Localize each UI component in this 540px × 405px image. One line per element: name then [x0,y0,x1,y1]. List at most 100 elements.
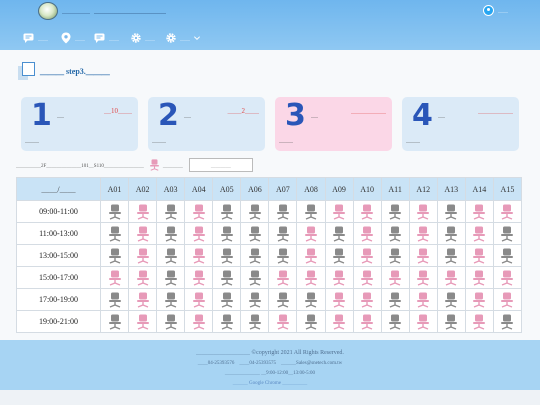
seat-cell-available[interactable] [380,244,410,267]
seat-cell-booked[interactable] [296,222,326,245]
seat-cell-booked[interactable] [464,222,494,245]
seat-cell-booked[interactable] [324,310,354,333]
seat-cell-available[interactable] [156,266,186,289]
seat-cell-available[interactable] [268,244,298,267]
seat-cell-available[interactable] [99,222,130,245]
seat-cell-booked[interactable] [184,288,214,311]
seat-cell-available[interactable] [240,222,270,245]
seat-cell-available[interactable] [212,244,242,267]
seat-cell-available[interactable] [99,244,130,267]
seat-cell-booked[interactable] [128,200,158,223]
seat-cell-available[interactable] [240,288,270,311]
seat-cell-booked[interactable] [128,310,158,333]
seat-cell-booked[interactable] [352,222,382,245]
seat-cell-booked[interactable] [464,200,494,223]
seat-cell-booked[interactable] [464,310,494,333]
seat-cell-booked[interactable] [99,266,130,289]
seat-cell-available[interactable] [436,244,466,267]
seat-cell-booked[interactable] [184,266,214,289]
nav-item-2[interactable]: ＿＿ [60,31,85,45]
seat-cell-booked[interactable] [184,244,214,267]
seat-cell-booked[interactable] [380,266,410,289]
seat-cell-available[interactable] [296,310,326,333]
seat-cell-available[interactable] [324,244,354,267]
seat-cell-booked[interactable] [128,222,158,245]
seat-cell-booked[interactable] [268,266,298,289]
seat-cell-available[interactable] [240,200,270,223]
seat-cell-available[interactable] [436,222,466,245]
seat-cell-booked[interactable] [352,310,382,333]
nav-item-5-dropdown[interactable]: ＿＿ [165,31,201,45]
seat-cell-available[interactable] [268,200,298,223]
seat-cell-booked[interactable] [324,266,354,289]
seat-cell-booked[interactable] [408,310,438,333]
seat-cell-available[interactable] [268,222,298,245]
seat-cell-available[interactable] [156,244,186,267]
seat-cell-booked[interactable] [128,244,158,267]
seat-cell-booked[interactable] [408,200,438,223]
seat-cell-booked[interactable] [408,288,438,311]
seat-cell-available[interactable] [212,288,242,311]
seat-cell-available[interactable] [380,310,410,333]
seat-cell-booked[interactable] [408,222,438,245]
seat-cell-available[interactable] [212,266,242,289]
seat-cell-booked[interactable] [128,266,158,289]
nav-item-1[interactable]: ＿＿ [23,31,48,45]
seat-cell-available[interactable] [436,200,466,223]
seat-cell-booked[interactable] [352,266,382,289]
seat-cell-available[interactable] [156,288,186,311]
seat-cell-booked[interactable] [408,266,438,289]
seat-cell-available[interactable] [156,222,186,245]
seat-cell-available[interactable] [492,222,523,245]
seat-cell-booked[interactable] [296,244,326,267]
seat-cell-booked[interactable] [464,244,494,267]
seat-cell-available[interactable] [212,222,242,245]
nav-item-3[interactable]: ＿＿ [94,31,119,45]
login-button[interactable]: ＿＿ [482,5,508,16]
seat-cell-booked[interactable] [352,244,382,267]
seat-cell-booked[interactable] [324,288,354,311]
seat-cell-available[interactable] [268,288,298,311]
seat-cell-booked[interactable] [352,200,382,223]
seat-cell-available[interactable] [240,310,270,333]
seat-cell-booked[interactable] [296,266,326,289]
seat-cell-available[interactable] [436,288,466,311]
seat-cell-booked[interactable] [464,266,494,289]
seat-cell-booked[interactable] [184,200,214,223]
seat-cell-booked[interactable] [492,266,523,289]
page-title: ＿＿＿ step3.＿＿＿ [18,62,110,80]
seat-cell-available[interactable] [156,200,186,223]
seat-cell-available[interactable] [99,200,130,223]
seat-cell-booked[interactable] [184,310,214,333]
seat-cell-available[interactable] [212,310,242,333]
nav-item-4[interactable]: ＿＿ [130,31,155,45]
seat-cell-available[interactable] [296,288,326,311]
seat-cell-booked[interactable] [324,200,354,223]
seat-cell-booked[interactable] [408,244,438,267]
seat-cell-booked[interactable] [436,266,466,289]
seat-cell-available[interactable] [492,310,523,333]
company-logo[interactable] [38,2,58,20]
seat-cell-available[interactable] [492,244,523,267]
selected-seat-display[interactable]: ＿＿＿＿ [188,158,253,172]
seat-cell-booked[interactable] [492,200,523,223]
seat-cell-available[interactable] [156,310,186,333]
seat-cell-available[interactable] [380,222,410,245]
seat-cell-available[interactable] [324,222,354,245]
seat-cell-available[interactable] [99,310,130,333]
seat-cell-available[interactable] [240,244,270,267]
seat-cell-available[interactable] [240,266,270,289]
seat-cell-booked[interactable] [128,288,158,311]
seat-cell-available[interactable] [99,288,130,311]
chair-icon [361,270,374,286]
seat-cell-booked[interactable] [492,288,523,311]
seat-cell-available[interactable] [380,200,410,223]
seat-cell-booked[interactable] [464,288,494,311]
seat-cell-available[interactable] [436,310,466,333]
seat-cell-available[interactable] [296,200,326,223]
seat-cell-available[interactable] [212,200,242,223]
seat-cell-available[interactable] [380,288,410,311]
seat-cell-booked[interactable] [352,288,382,311]
seat-cell-booked[interactable] [268,310,298,333]
seat-cell-booked[interactable] [184,222,214,245]
